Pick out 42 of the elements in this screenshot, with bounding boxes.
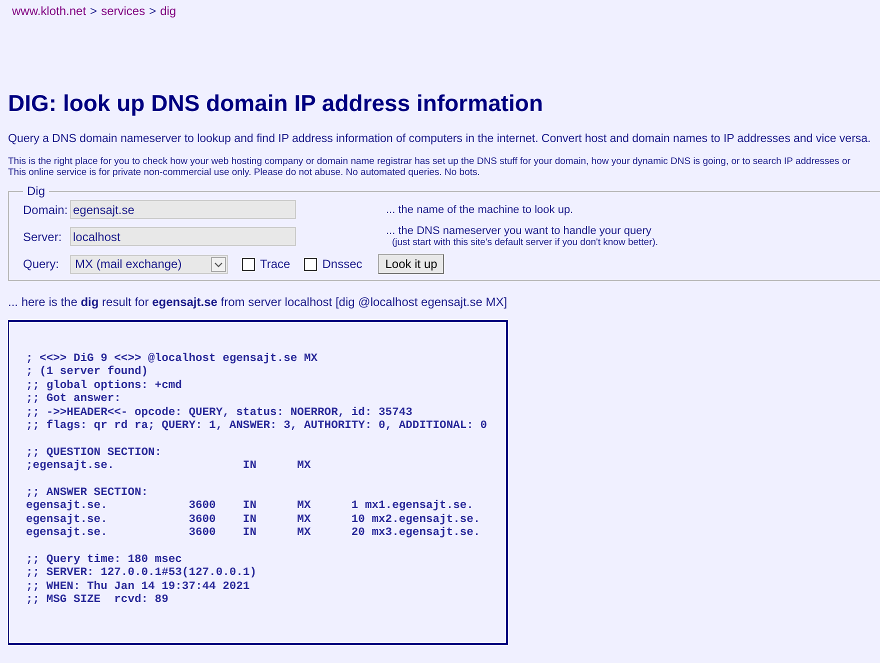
output-line: egensajt.se. 3600 IN MX 1 mx1.egensajt.se. <box>26 500 474 514</box>
output-line: ; <<>> DiG 9 <<>> @localhost egensajt.se MX <box>26 353 319 366</box>
output-line: ;; MSG SIZE rcvd: 89 <box>26 594 170 608</box>
note-text: This is the right place for you to check how your web hosting company or domain name registrar has set up the DNS stuff for your domain, how your dynamic DNS is going, or to search IP addresses or <box>8 156 852 167</box>
output-line: ; (1 server found) <box>26 366 150 380</box>
checkbox-label: Dnssec <box>322 257 362 271</box>
breadcrumb-current: dig <box>160 4 176 18</box>
query-dropdown[interactable]: MX (mail exchange) <box>70 254 228 274</box>
output-line: ;; flags: qr rd ra; QUERY: 1, ANSWER: 3, AUTHORITY: 0, ADDITIONAL: 0 <box>26 420 488 434</box>
output-line: ;; Query time: 180 msec <box>26 554 183 566</box>
output-line: ;; ANSWER SECTION: <box>26 487 150 500</box>
domain-field[interactable]: egensajt.se <box>70 200 296 219</box>
field-label: Domain: <box>23 202 69 216</box>
breadcrumb-link[interactable]: services <box>101 4 146 18</box>
field-label: Query: <box>23 257 60 271</box>
server-field[interactable]: localhost <box>70 227 296 246</box>
field-subhint: (just start with this site's default server if you don't know better). <box>392 237 660 248</box>
output-line: ;; WHEN: Thu Jan 14 19:37:44 2021 <box>26 580 251 594</box>
output-line: egensajt.se. 3600 IN MX 20 mx3.egensajt.se. <box>26 527 482 541</box>
checkbox-label: Trace <box>260 257 290 271</box>
output-line: egensajt.se. 3600 IN MX 10 mx2.egensajt.se. <box>26 514 482 526</box>
look-it-up-button[interactable]: Look it up <box>378 254 444 274</box>
breadcrumb-link[interactable]: www.kloth.net <box>12 4 86 18</box>
page-title: DIG: look up DNS domain IP address information <box>8 90 544 117</box>
output-line: ;; SERVER: 127.0.0.1#53(127.0.0.1) <box>26 567 258 580</box>
output-line: ;; Got answer: <box>26 393 122 407</box>
field-hint: ... the DNS nameserver you want to handle your query <box>386 225 652 237</box>
checkbox[interactable] <box>242 258 255 270</box>
caret-icon <box>211 256 226 272</box>
field-hint: ... the name of the machine to look up. <box>386 204 574 216</box>
field-label: Server: <box>23 230 63 244</box>
output-line: ;; global options: +cmd <box>26 380 183 394</box>
output-line: ;; ->>HEADER<<- opcode: QUERY, status: NOERROR, id: 35743 <box>26 406 414 420</box>
result-description: ... here is the dig result for egensajt.se from server localhost [dig @localhost egensajt.se MX] <box>8 295 508 309</box>
note-text: This online service is for private non-commercial use only. Please do not abuse. No automated queries. No bots. <box>8 167 481 178</box>
breadcrumb-separator: > <box>90 4 98 18</box>
checkbox[interactable] <box>304 258 318 270</box>
output-line: ;egensajt.se. IN MX <box>26 460 312 474</box>
breadcrumb-separator: > <box>149 4 156 18</box>
output-line: ;; QUESTION SECTION: <box>26 446 163 460</box>
form-legend: Dig <box>23 184 50 198</box>
intro-text: Query a DNS domain nameserver to lookup and find IP address information of computers in the internet. Convert host and domain names to IP addresses and vice versa. <box>8 132 872 145</box>
